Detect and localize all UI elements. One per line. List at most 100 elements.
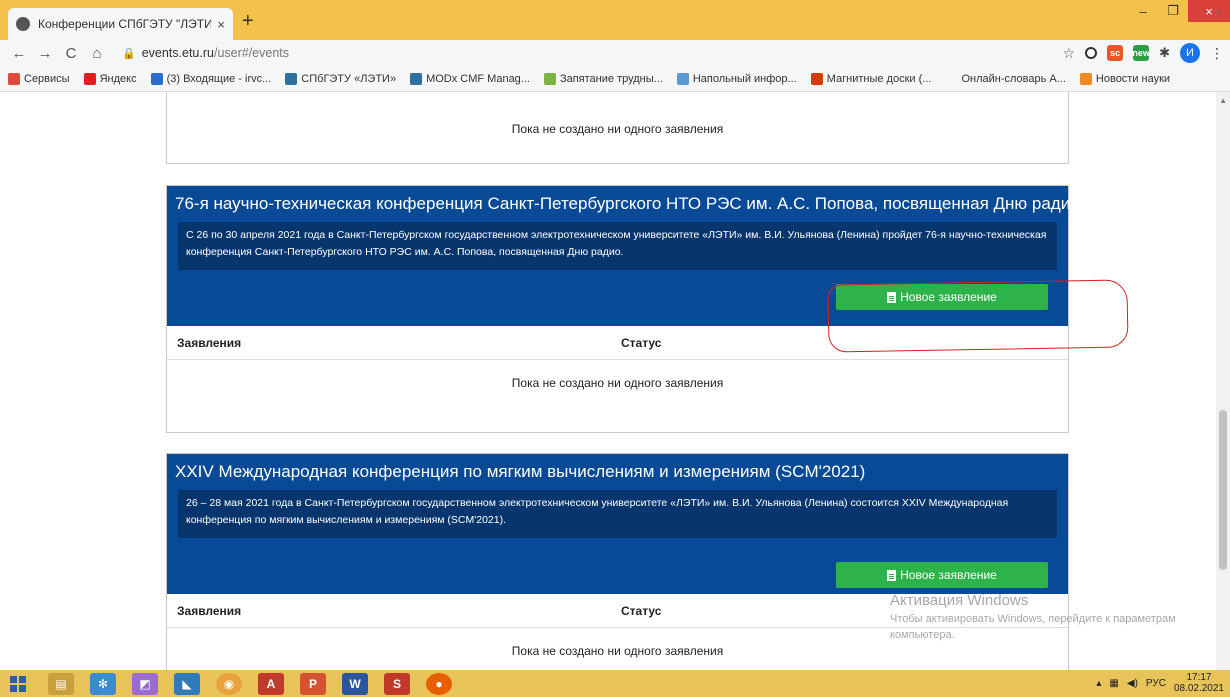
maximize-button[interactable]: ❐: [1158, 0, 1188, 22]
opera-extension-icon[interactable]: [1085, 47, 1098, 59]
conference-actions: Новое заявление: [175, 538, 1060, 594]
scrollbar-thumb[interactable]: [1219, 410, 1227, 570]
bookmark-label: (3) Входящие - irvc...: [166, 72, 272, 85]
page-content: Пока не создано ни одного заявления 76-я…: [0, 92, 1230, 670]
bookmark-item[interactable]: MODx CMF Manag...: [410, 72, 530, 85]
conference-title: XXIV Международная конференция по мягким…: [175, 462, 866, 481]
watermark-text: Чтобы активировать Windows, перейдите к …: [890, 613, 1176, 641]
new-application-button[interactable]: Новое заявление: [836, 562, 1048, 588]
bookmark-label: СПбГЭТУ «ЛЭТИ»: [301, 72, 397, 85]
profile-avatar[interactable]: И: [1180, 43, 1200, 63]
bookmark-label: Магнитные доски (...: [826, 72, 932, 85]
bookmark-item[interactable]: Новости науки: [1079, 72, 1171, 85]
browser-titlebar: Конференции СПбГЭТУ "ЛЭТИ" × + – ❐ ×: [0, 0, 1230, 40]
yandex-icon: [83, 72, 96, 85]
windows-taskbar: ▤ ✻ ◩ ◣ ◉ A P W S ● ▴ ▦ ◀) РУС 17:17 08.…: [0, 670, 1230, 697]
acrobat-icon[interactable]: A: [258, 672, 284, 695]
file-explorer-icon[interactable]: ▤: [48, 672, 74, 695]
board-icon: [676, 72, 689, 85]
page-scrollbar[interactable]: [1216, 92, 1230, 670]
bookmark-label: Напольный инфор...: [692, 72, 797, 85]
watermark-title: Активация Windows: [890, 592, 1029, 609]
forward-arrow-icon[interactable]: →: [32, 45, 58, 62]
clock[interactable]: 17:17 08.02.2021: [1174, 672, 1224, 694]
red-highlight-annotation: [827, 279, 1129, 353]
conference-card-previous: Пока не создано ни одного заявления: [166, 92, 1069, 164]
url-host: events.etu.ru: [141, 46, 214, 60]
conference-description: С 26 по 30 апреля 2021 года в Санкт-Пете…: [178, 222, 1057, 270]
bookmark-label: Сервисы: [24, 72, 70, 85]
powerpoint-icon[interactable]: P: [300, 672, 326, 695]
clock-date: 08.02.2021: [1173, 683, 1224, 694]
column-applications: Заявления: [177, 335, 242, 350]
toolbar-extensions: ☆ sc new ✱ И ⋮: [1063, 43, 1224, 63]
bookmark-item[interactable]: Сервисы: [8, 72, 70, 85]
chrome-icon[interactable]: ◉: [216, 672, 242, 695]
bookmark-item[interactable]: СПбГЭТУ «ЛЭТИ»: [285, 72, 397, 85]
language-indicator[interactable]: РУС: [1146, 678, 1166, 689]
app-snowflake-icon[interactable]: ✻: [90, 672, 116, 695]
ms-icon: [543, 72, 556, 85]
bookmarks-more-icon[interactable]: »: [1216, 6, 1222, 18]
bookmark-item[interactable]: Онлайн-словарь А...: [945, 72, 1066, 85]
bookmarks-bar: Сервисы Яндекс (3) Входящие - irvc... СПбГЭ…: [0, 66, 1230, 92]
new-application-label: Новое заявление: [900, 568, 997, 582]
bookmark-label: Яндекс: [99, 72, 137, 85]
back-arrow-icon[interactable]: ←: [6, 45, 32, 62]
window-controls: – ❐ ×: [1128, 0, 1230, 22]
home-icon[interactable]: ⌂: [84, 45, 110, 62]
bookmark-item[interactable]: Запятание трудны...: [543, 72, 663, 85]
windows-start-icon[interactable]: [4, 673, 32, 695]
bookmark-item[interactable]: Напольный инфор...: [676, 72, 797, 85]
tray-arrow-icon[interactable]: ▴: [1096, 678, 1101, 689]
new-tab-button[interactable]: +: [242, 10, 254, 33]
dict-icon: [945, 72, 958, 85]
browser-tab[interactable]: Конференции СПбГЭТУ "ЛЭТИ" ×: [8, 8, 233, 40]
minimize-button[interactable]: –: [1128, 0, 1158, 22]
bookmark-item[interactable]: Магнитные доски (...: [810, 72, 932, 85]
reload-icon[interactable]: C: [58, 45, 84, 62]
conference-card-header: XXIV Международная конференция по мягким…: [167, 454, 1068, 594]
menu-kebab-icon[interactable]: ⋮: [1210, 45, 1224, 62]
conference-description: 26 – 28 мая 2021 года в Санкт-Петербургс…: [178, 490, 1057, 538]
sc-extension-icon[interactable]: sc: [1107, 45, 1124, 61]
url-path: /user#/events: [213, 46, 290, 60]
bookmark-label: Онлайн-словарь А...: [961, 72, 1066, 85]
science-icon: [1079, 72, 1092, 85]
leti-icon: [285, 72, 298, 85]
empty-applications-text: Пока не создано ни одного заявления: [511, 122, 724, 136]
bookmark-item[interactable]: Яндекс: [83, 72, 137, 85]
mail-icon: [150, 72, 163, 85]
puzzle-extensions-icon[interactable]: ✱: [1159, 45, 1170, 61]
new-extension-icon[interactable]: new: [1132, 45, 1150, 61]
bookmark-item[interactable]: (3) Входящие - irvc...: [150, 72, 272, 85]
bookmark-label: MODx CMF Manag...: [426, 72, 530, 85]
apps-grid-icon: [8, 72, 20, 85]
conference-title: 76-я научно-техническая конференция Санк…: [175, 194, 1080, 213]
site-favicon-icon: [16, 17, 30, 31]
close-window-button[interactable]: ×: [1188, 0, 1230, 22]
empty-applications-text: Пока не создано ни одного заявления: [511, 376, 724, 390]
document-icon: [887, 569, 897, 581]
tab-close-icon[interactable]: ×: [217, 17, 225, 32]
network-icon[interactable]: ▦: [1109, 678, 1118, 689]
modx-icon: [410, 72, 423, 85]
volume-icon[interactable]: ◀): [1127, 678, 1138, 689]
ms-board-icon: [810, 72, 823, 85]
windows-activation-watermark: Активация Windows Чтобы активировать Win…: [890, 592, 1220, 643]
system-tray: ▴ ▦ ◀) РУС 17:17 08.02.2021: [1096, 672, 1224, 694]
bookmark-label: Новости науки: [1095, 72, 1171, 85]
clock-time: 17:17: [1186, 672, 1212, 683]
firefox-icon[interactable]: ●: [426, 672, 452, 695]
word-icon[interactable]: W: [342, 672, 368, 695]
star-bookmark-icon[interactable]: ☆: [1063, 45, 1076, 62]
scroll-up-arrow-icon[interactable]: ▲: [1219, 96, 1227, 105]
tab-title: Конференции СПбГЭТУ "ЛЭТИ": [38, 17, 212, 31]
app-purple-icon[interactable]: ◩: [132, 672, 158, 695]
address-bar[interactable]: events.etu.ru/user#/events: [142, 46, 289, 60]
app-red-s-icon[interactable]: S: [384, 672, 410, 695]
app-blue-icon[interactable]: ◣: [174, 672, 200, 695]
bookmark-label: Запятание трудны...: [559, 72, 663, 85]
lock-icon[interactable]: 🔒: [122, 47, 136, 60]
column-applications: Заявления: [177, 603, 242, 618]
